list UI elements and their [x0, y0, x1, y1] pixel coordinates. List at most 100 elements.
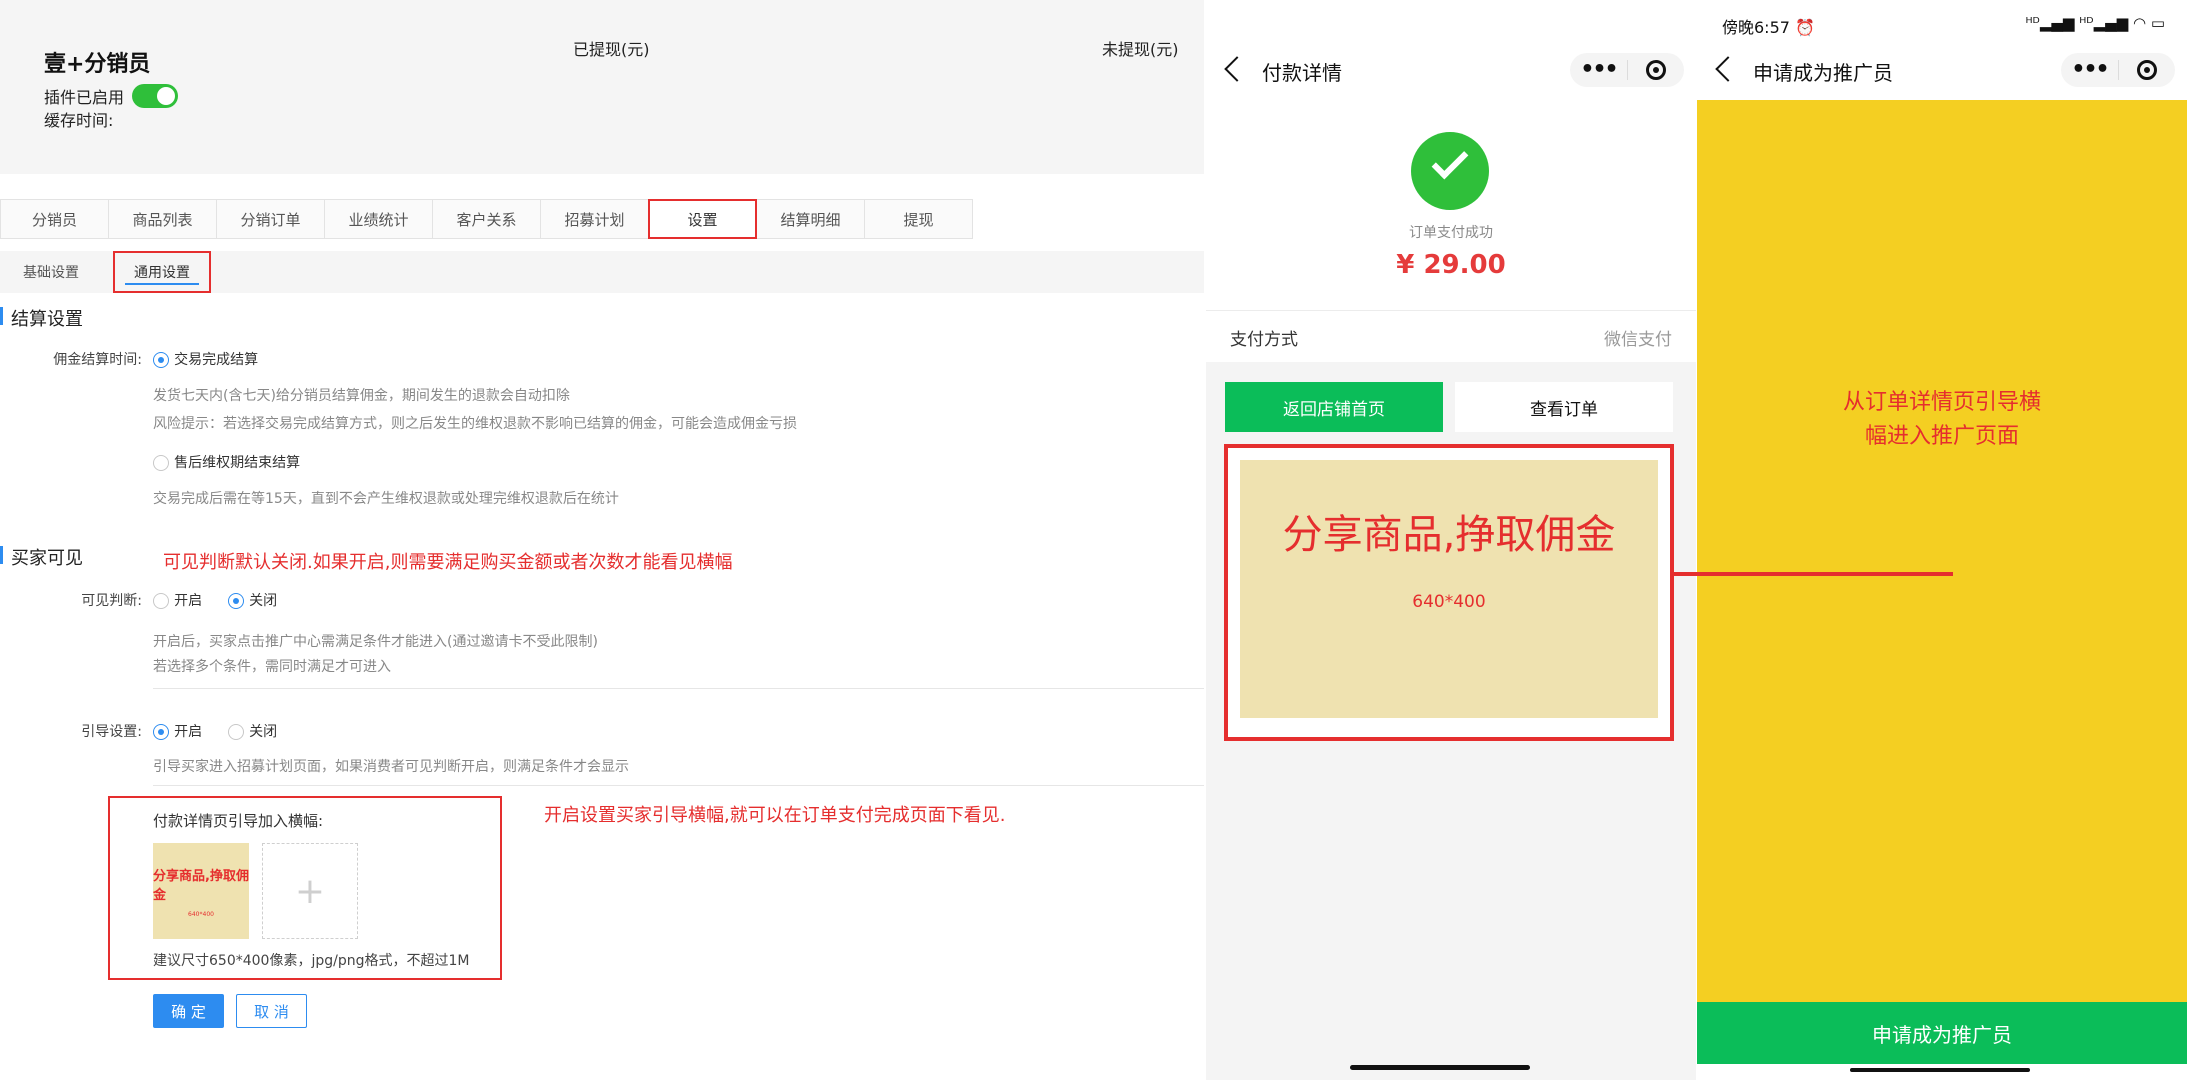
banner-size-hint: 建议尺寸650*400像素，jpg/png格式，不超过1M — [153, 953, 470, 969]
mini-program-capsule: ••• — [1570, 53, 1684, 87]
thumb-size: 640*400 — [188, 910, 214, 918]
success-check-icon — [1411, 132, 1489, 210]
close-mini-program[interactable] — [1628, 60, 1684, 80]
radio-label: 关闭 — [249, 593, 278, 609]
status-time: 傍晚6:57 ⏰ — [1722, 18, 1815, 37]
settlement-section-title: 结算设置 — [0, 305, 83, 331]
back-to-shop-button[interactable]: 返回店铺首页 — [1225, 382, 1443, 432]
cancel-button[interactable]: 取 消 — [236, 994, 307, 1028]
tab-customers[interactable]: 客户关系 — [432, 199, 541, 239]
tab-withdraw[interactable]: 提现 — [864, 199, 973, 239]
settlement-hint-2: 风险提示：若选择交易完成结算方式，则之后发生的维权退款不影响已结算的佣金，可能会… — [153, 416, 797, 432]
annotation-line-2: 幅进入推广页面 — [1864, 424, 2019, 449]
flow-annotation: 从订单详情页引导横 幅进入推广页面 — [1697, 386, 2187, 454]
navbar: 付款详情 ••• — [1206, 48, 1696, 92]
plugin-title: 壹+分销员 — [44, 52, 151, 77]
more-icon[interactable]: ••• — [2061, 53, 2118, 87]
upload-plus-icon[interactable]: + — [262, 843, 358, 939]
view-order-button[interactable]: 查看订单 — [1455, 382, 1673, 432]
apply-promoter-screen: 傍晚6:57 ⏰ ᴴᴰ▂▄▆ ᴴᴰ▂▄▆ ◠ ▭ 申请成为推广员 ••• 从订单… — [1697, 0, 2187, 1080]
after-sale-hint: 交易完成后需在等15天，直到不会产生维权退款或处理完维权退款后在统计 — [153, 491, 619, 507]
sub-tabs: 基础设置 通用设置 — [0, 251, 1204, 293]
commission-time-label: 佣金结算时间: — [53, 352, 142, 368]
radio-label: 关闭 — [249, 724, 278, 740]
subtab-general-settings[interactable]: 通用设置 — [113, 251, 211, 293]
guide-annotation: 开启设置买家引导横幅,就可以在订单支付完成页面下看见. — [544, 805, 1006, 826]
tab-products[interactable]: 商品列表 — [108, 199, 217, 239]
option-visible-off[interactable]: 关闭 — [228, 590, 277, 610]
not-withdrawn-label: 未提现(元) — [1102, 40, 1179, 59]
admin-panel: 壹+分销员 插件已启用 缓存时间: 已提现(元) 未提现(元) 分销员 商品列表… — [0, 0, 1204, 1080]
radio-label: 开启 — [174, 593, 203, 609]
annotation-line-1: 从订单详情页引导横 — [1842, 390, 2041, 415]
visibility-hint-2: 若选择多个条件，需同时满足才可进入 — [153, 659, 391, 675]
plugin-enabled-toggle[interactable] — [132, 84, 178, 108]
check-mark — [1431, 142, 1469, 180]
divider — [153, 785, 1204, 786]
plugin-status-label: 插件已启用 — [44, 88, 125, 107]
target-icon — [1646, 60, 1666, 80]
target-icon — [2137, 60, 2157, 80]
navbar: 申请成为推广员 ••• — [1697, 48, 2187, 92]
confirm-button[interactable]: 确 定 — [153, 994, 224, 1028]
radio-guide-on[interactable] — [153, 723, 169, 740]
payment-details-screen: 付款详情 ••• 订单支付成功 ¥ 29.00 支付方式 微信支付 返回店铺首页… — [1206, 0, 1696, 1080]
home-indicator — [1850, 1068, 2030, 1072]
tab-orders[interactable]: 分销订单 — [216, 199, 325, 239]
active-underline — [125, 283, 199, 285]
radio-after-sale[interactable] — [153, 454, 169, 471]
radio-visible-off[interactable] — [228, 592, 244, 609]
promo-title: 分享商品,挣取佣金 — [1282, 512, 1616, 558]
visibility-annotation: 可见判断默认关闭.如果开启,则需要满足购买金额或者次数才能看见横幅 — [163, 552, 733, 573]
divider — [153, 688, 1204, 689]
banner-thumbnail[interactable]: 分享商品,挣取佣金 640*400 — [153, 843, 249, 939]
apply-promoter-button[interactable]: 申请成为推广员 — [1697, 1002, 2187, 1064]
option-after-sale[interactable]: 售后维权期结束结算 — [153, 452, 300, 472]
home-indicator — [1350, 1065, 1530, 1070]
visibility-hint-1: 开启后，买家点击推广中心需满足条件才能进入(通过邀请卡不受此限制) — [153, 634, 598, 650]
status-bar-icons: ᴴᴰ▂▄▆ ᴴᴰ▂▄▆ ◠ ▭ — [2025, 14, 2165, 32]
radio-trade-complete[interactable] — [153, 351, 169, 368]
close-mini-program[interactable] — [2119, 60, 2175, 80]
tab-settlement-details[interactable]: 结算明细 — [756, 199, 865, 239]
mini-program-capsule: ••• — [2061, 53, 2175, 87]
subtab-label: 通用设置 — [134, 265, 190, 281]
radio-guide-off[interactable] — [228, 723, 244, 740]
cache-time-label: 缓存时间: — [44, 111, 114, 130]
buyer-visible-section-title: 买家可见 — [0, 544, 83, 570]
option-trade-complete[interactable]: 交易完成结算 — [153, 349, 258, 369]
withdrawn-label: 已提现(元) — [573, 40, 650, 59]
banner-upload-label: 付款详情页引导加入横幅: — [153, 812, 324, 830]
promoter-banner-area — [1697, 100, 2187, 1002]
pay-success-text: 订单支付成功 — [1409, 225, 1493, 241]
guide-setting-label: 引导设置: — [81, 724, 142, 740]
radio-visible-on[interactable] — [153, 592, 169, 609]
tab-recruit[interactable]: 招募计划 — [540, 199, 649, 239]
back-icon[interactable] — [1715, 56, 1741, 82]
settlement-hint-1: 发货七天内(含七天)给分销员结算佣金，期间发生的退款会自动扣除 — [153, 388, 570, 404]
option-guide-off[interactable]: 关闭 — [228, 721, 277, 741]
guide-hint: 引导买家进入招募计划页面，如果消费者可见判断开启，则满足条件才会显示 — [153, 759, 629, 775]
pay-method-label: 支付方式 — [1230, 330, 1298, 350]
promo-banner[interactable]: 分享商品,挣取佣金 640*400 — [1240, 460, 1658, 718]
tab-distributors[interactable]: 分销员 — [0, 199, 109, 239]
more-icon[interactable]: ••• — [1570, 53, 1627, 87]
toggle-knob — [157, 87, 175, 105]
promo-size: 640*400 — [1412, 592, 1486, 612]
pay-method-row: 支付方式 微信支付 — [1206, 310, 1696, 362]
radio-label: 开启 — [174, 724, 203, 740]
tab-performance[interactable]: 业绩统计 — [324, 199, 433, 239]
main-tabs: 分销员 商品列表 分销订单 业绩统计 客户关系 招募计划 设置 结算明细 提现 — [0, 199, 973, 239]
visible-judge-label: 可见判断: — [81, 593, 142, 609]
radio-label: 交易完成结算 — [174, 352, 259, 368]
back-icon[interactable] — [1224, 56, 1250, 82]
plugin-header: 壹+分销员 插件已启用 缓存时间: 已提现(元) 未提现(元) — [0, 0, 1204, 174]
option-guide-on[interactable]: 开启 — [153, 721, 202, 741]
subtab-basic-settings[interactable]: 基础设置 — [8, 251, 94, 293]
pay-amount: ¥ 29.00 — [1396, 250, 1506, 280]
radio-label: 售后维权期结束结算 — [174, 455, 301, 471]
tab-settings[interactable]: 设置 — [648, 199, 757, 239]
option-visible-on[interactable]: 开启 — [153, 590, 202, 610]
nav-title: 申请成为推广员 — [1753, 61, 1893, 85]
thumb-title: 分享商品,挣取佣金 — [153, 868, 249, 903]
